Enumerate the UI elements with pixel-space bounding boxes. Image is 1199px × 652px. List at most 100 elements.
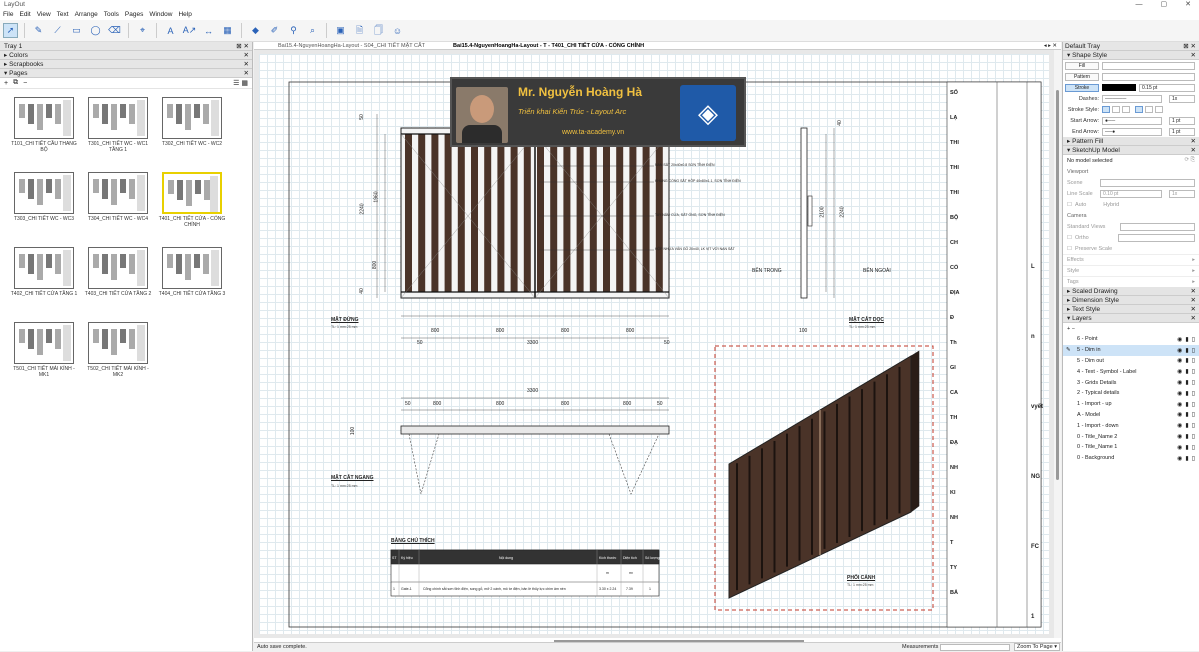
close-icon[interactable]: ✕ [1191,146,1196,155]
stroke-width-field[interactable]: 0.15 pt [1139,83,1195,92]
remove-page-icon[interactable]: − [23,80,27,87]
layer-row[interactable]: 4 - Text - Symbol - Label ◉ ▮ ▯ [1063,366,1199,377]
lock-icon[interactable]: ▮ [1185,401,1188,408]
present-icon[interactable]: ▣ [333,23,348,38]
menu-file[interactable]: File [3,10,13,20]
start-arrow-size[interactable]: 1 pt [1169,116,1195,125]
ortho-checkbox[interactable]: ☐ [1067,235,1072,241]
layer-row[interactable]: 1 - Import - down ◉ ▮ ▯ [1063,420,1199,431]
view-toggle-icon[interactable]: ☰ ▦ [233,79,248,87]
lock-icon[interactable]: ▮ [1185,379,1188,386]
standard-views-select[interactable] [1120,222,1195,231]
close-icon[interactable]: ✕ [244,69,249,78]
add-layer-icon[interactable]: + − [1067,326,1075,332]
page-thumbnail[interactable]: T501_CHI TIẾT MÁI KÍNH - MK1 [8,322,80,378]
page-icon[interactable]: ▯ [1192,455,1195,462]
close-icon[interactable]: ✕ [244,60,249,69]
page-thumbnail[interactable]: T101_CHI TIẾT CẦU THANG BỘ [8,97,80,153]
ortho-scale[interactable] [1117,233,1195,242]
dimension-icon[interactable]: ↔ [201,23,216,38]
close-icon[interactable]: ✕ [1191,305,1196,314]
line-icon[interactable]: ⟋ [50,23,65,38]
panel-pages[interactable]: ▾ Pages ✕ [0,69,252,78]
menu-window[interactable]: Window [149,10,172,20]
page-icon[interactable]: ▯ [1192,390,1195,397]
lock-icon[interactable]: ▮ [1185,455,1188,462]
menu-edit[interactable]: Edit [19,10,30,20]
end-arrow-select[interactable]: ──● [1102,127,1162,136]
fill-swatch[interactable] [1102,61,1195,70]
section-layers[interactable]: ▾ Layers ✕ [1063,314,1199,323]
line-scale-field[interactable]: 0.10 pt [1100,189,1162,198]
layer-row[interactable]: 6 - Point ◉ ▮ ▯ [1063,334,1199,345]
text-icon[interactable]: A [163,23,178,38]
paper[interactable]: 800 800 800 800 3300 50 50 50 2240 1960 … [259,54,1049,634]
pencil-icon[interactable]: ✎ [31,23,46,38]
menu-view[interactable]: View [37,10,51,20]
menu-text[interactable]: Text [57,10,69,20]
eye-icon[interactable]: ◉ [1177,411,1182,418]
eye-icon[interactable]: ◉ [1177,444,1182,451]
panel-scrapbooks[interactable]: ▸ Scrapbooks ✕ [0,60,252,69]
maximize-button[interactable]: ▢ [1161,0,1168,10]
fill-button[interactable]: Fill [1065,61,1099,70]
zoom-select[interactable]: Zoom To Page ▾ [1014,643,1060,651]
page-icon[interactable]: ▯ [1192,336,1195,343]
select-icon[interactable]: ➚ [3,23,18,38]
circle-icon[interactable]: ◯ [88,23,103,38]
join-icon[interactable]: ✐ [267,23,282,38]
tray-close-icon[interactable]: ⊠ ✕ [1183,42,1196,51]
pattern-button[interactable]: Pattern [1065,72,1099,81]
style-icon[interactable]: ⚲ [286,23,301,38]
stroke-style-buttons[interactable] [1102,106,1163,113]
eye-icon[interactable]: ◉ [1177,390,1182,397]
page-thumbnail[interactable]: T502_CHI TIẾT MÁI KÍNH - MK2 [82,322,154,378]
start-arrow-select[interactable]: ●── [1102,116,1162,125]
layer-row[interactable]: 5 - Dim out ◉ ▮ ▯ [1063,356,1199,367]
render-mode[interactable]: Hybrid [1103,202,1119,208]
page-icon[interactable]: ▯ [1192,357,1195,364]
lock-icon[interactable]: ▮ [1185,336,1188,343]
close-icon[interactable]: ✕ [1191,287,1196,296]
pattern-swatch[interactable] [1102,72,1195,81]
page-icon[interactable]: ▯ [1192,401,1195,408]
scroll-thumb[interactable] [1056,90,1059,480]
panel-colors[interactable]: ▸ Colors ✕ [0,51,252,60]
page-icon[interactable]: ▯ [1192,379,1195,386]
eye-icon[interactable]: ◉ [1177,455,1182,462]
close-icon[interactable]: ✕ [1191,51,1196,60]
vertical-scrollbar[interactable] [1054,50,1061,638]
eye-icon[interactable]: ◉ [1177,347,1182,354]
style-label[interactable]: Style [1067,268,1079,274]
page-thumbnail[interactable]: T404_CHI TIẾT CỬA TẦNG 3 [156,247,228,297]
eye-icon[interactable]: ◉ [1177,379,1182,386]
eye-icon[interactable]: ◉ [1177,336,1182,343]
user-icon[interactable]: ☺ [390,23,405,38]
section-dimension-style[interactable]: ▸ Dimension Style ✕ [1063,296,1199,305]
sample-icon[interactable]: ⌖ [135,23,150,38]
page-icon[interactable]: ▯ [1192,422,1195,429]
close-button[interactable]: ✕ [1185,0,1191,10]
layer-row[interactable]: 0 - Title_Name 2 ◉ ▮ ▯ [1063,431,1199,442]
section-pattern-fill[interactable]: ▸ Pattern Fill ✕ [1063,137,1199,146]
measurements-input[interactable] [940,644,1010,651]
page-icon[interactable]: ▯ [1192,368,1195,375]
add-page-icon[interactable]: + [4,80,8,87]
lock-icon[interactable]: ▮ [1185,444,1188,451]
table-icon[interactable]: ▦ [220,23,235,38]
page-icon[interactable]: ▯ [1192,411,1195,418]
lock-icon[interactable]: ▮ [1185,390,1188,397]
close-icon[interactable]: ✕ [1191,314,1196,323]
label-icon[interactable]: A↗ [182,23,197,38]
menu-help[interactable]: Help [178,10,191,20]
split-icon[interactable]: ◆ [248,23,263,38]
lock-icon[interactable]: ▮ [1185,357,1188,364]
lock-icon[interactable]: ▮ [1185,347,1188,354]
page-thumbnail[interactable]: T303_CHI TIẾT WC - WC3 [8,172,80,222]
tags-label[interactable]: Tags [1067,279,1079,285]
layer-row[interactable]: A - Model ◉ ▮ ▯ [1063,410,1199,421]
page-thumbnail[interactable]: T301_CHI TIẾT WC - WC1 TẦNG 1 [82,97,154,153]
duplicate-page-icon[interactable]: 🗍 [371,23,386,38]
lock-icon[interactable]: ▮ [1185,411,1188,418]
dashes-select[interactable]: ────── [1102,94,1162,103]
